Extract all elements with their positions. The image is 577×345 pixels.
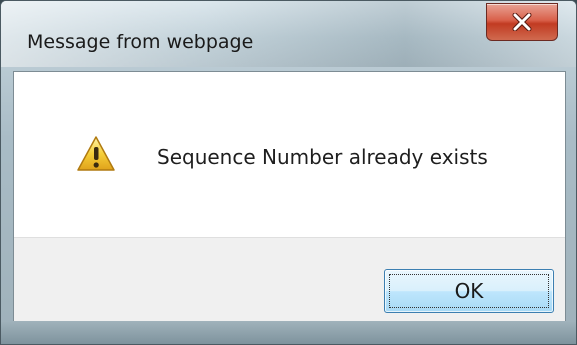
message-dialog: Message from webpage Sequence Number alr… (0, 0, 577, 345)
ok-button-label: OK (454, 279, 484, 303)
window-bottom-frame (1, 322, 576, 344)
title-bar[interactable]: Message from webpage (1, 1, 576, 67)
close-x-icon (512, 13, 532, 31)
ok-button[interactable]: OK (384, 269, 554, 313)
message-text: Sequence Number already exists (157, 145, 488, 169)
warning-triangle-icon (76, 135, 116, 173)
button-bar: OK (14, 237, 565, 321)
dialog-body: Sequence Number already exists OK (13, 71, 566, 321)
close-button[interactable] (486, 3, 558, 41)
dialog-title: Message from webpage (27, 31, 254, 53)
message-area: Sequence Number already exists (14, 72, 565, 237)
